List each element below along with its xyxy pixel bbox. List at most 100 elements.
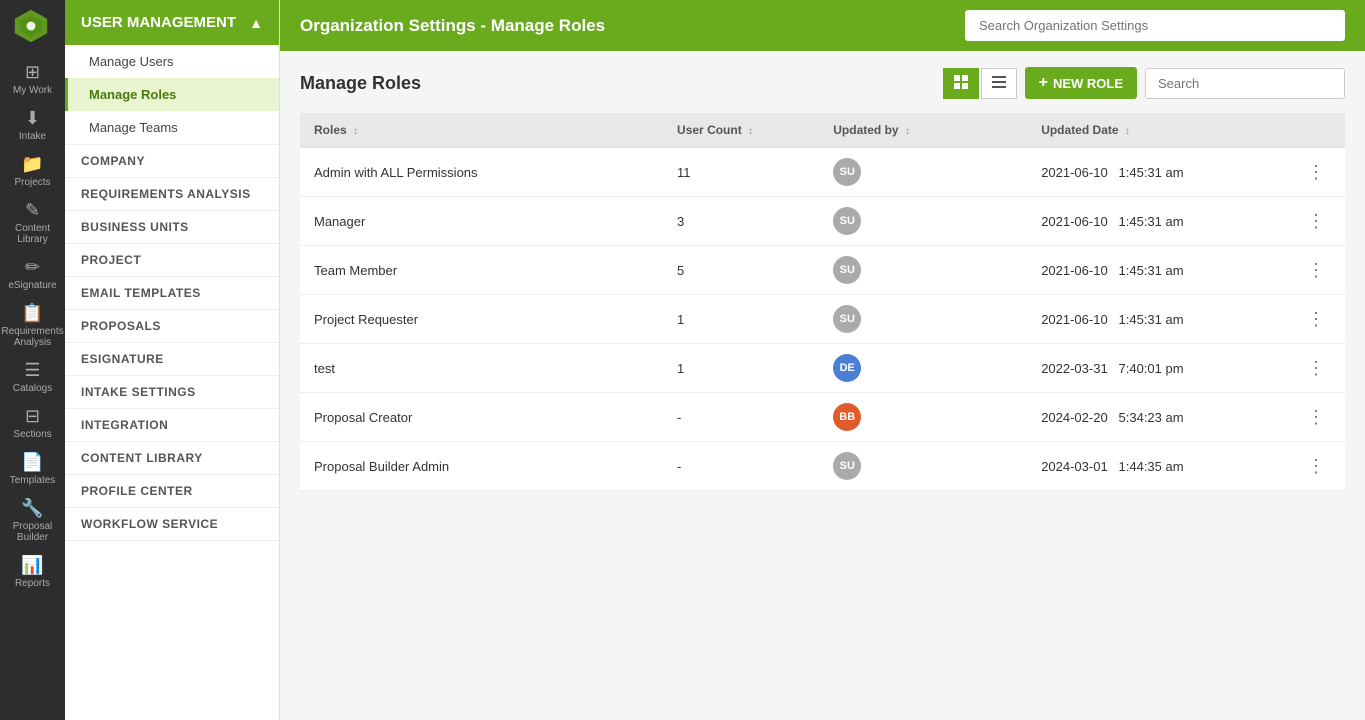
- sidebar-item-label: Templates: [10, 475, 56, 486]
- grid-view-button[interactable]: [943, 68, 979, 99]
- nav-category-company[interactable]: COMPANY: [65, 145, 279, 178]
- sidebar-item-catalogs[interactable]: ☰ Catalogs: [0, 354, 65, 400]
- collapse-icon[interactable]: ▲: [249, 15, 263, 31]
- updated-date: 2021-06-10 1:45:31 am: [1027, 246, 1287, 295]
- sidebar-item-projects[interactable]: 📁 Projects: [0, 148, 65, 194]
- updated-by: SU: [819, 148, 1027, 197]
- actions-cell: ⋮: [1287, 197, 1345, 246]
- sidebar-item-label: My Work: [13, 85, 52, 96]
- updated-by: SU: [819, 442, 1027, 491]
- sidebar-item-label: Sections: [13, 429, 51, 440]
- col-updated-by[interactable]: Updated by ↕: [819, 113, 1027, 148]
- sort-roles-icon: ↕: [353, 126, 358, 137]
- nav-item-manage-roles[interactable]: Manage Roles: [65, 78, 279, 111]
- sidebar-item-content-library[interactable]: ✎ Content Library: [0, 194, 65, 251]
- nav-category-requirements-analysis[interactable]: REQUIREMENTS ANALYSIS: [65, 178, 279, 211]
- more-options-button[interactable]: ⋮: [1301, 406, 1331, 428]
- org-settings-search[interactable]: [965, 10, 1345, 41]
- avatar: SU: [833, 452, 861, 480]
- table-row[interactable]: Team Member 5 SU 2021-06-10 1:45:31 am ⋮: [300, 246, 1345, 295]
- nav-category-project[interactable]: PROJECT: [65, 244, 279, 277]
- sidebar-item-label: Projects: [14, 177, 50, 188]
- col-updated-date[interactable]: Updated Date ↕: [1027, 113, 1287, 148]
- user-count: 5: [663, 246, 819, 295]
- app-logo[interactable]: [13, 8, 53, 48]
- updated-date: 2021-06-10 1:45:31 am: [1027, 148, 1287, 197]
- user-count: 3: [663, 197, 819, 246]
- more-options-button[interactable]: ⋮: [1301, 455, 1331, 477]
- role-name: Manager: [300, 197, 663, 246]
- updated-date: 2021-06-10 1:45:31 am: [1027, 197, 1287, 246]
- table-row[interactable]: Proposal Creator - BB 2024-02-20 5:34:23…: [300, 393, 1345, 442]
- col-user-count[interactable]: User Count ↕: [663, 113, 819, 148]
- sidebar-item-templates[interactable]: 📄 Templates: [0, 446, 65, 492]
- plus-icon: +: [1039, 74, 1048, 92]
- updated-by: SU: [819, 246, 1027, 295]
- nav-item-manage-users[interactable]: Manage Users: [65, 45, 279, 78]
- more-options-button[interactable]: ⋮: [1301, 357, 1331, 379]
- role-name: Project Requester: [300, 295, 663, 344]
- esignature-icon: ✏: [25, 257, 40, 278]
- nav-category-integration[interactable]: INTEGRATION: [65, 409, 279, 442]
- nav-category-profile-center[interactable]: PROFILE CENTER: [65, 475, 279, 508]
- avatar: SU: [833, 256, 861, 284]
- updated-date: 2021-06-10 1:45:31 am: [1027, 295, 1287, 344]
- icon-sidebar: ⊞ My Work ⬇ Intake 📁 Projects ✎ Content …: [0, 0, 65, 720]
- nav-category-business-units[interactable]: BUSINESS UNITS: [65, 211, 279, 244]
- content-area: Manage Roles + NEW R: [280, 51, 1365, 720]
- actions-cell: ⋮: [1287, 442, 1345, 491]
- table-row[interactable]: test 1 DE 2022-03-31 7:40:01 pm ⋮: [300, 344, 1345, 393]
- nav-category-intake-settings[interactable]: INTAKE SETTINGS: [65, 376, 279, 409]
- more-options-button[interactable]: ⋮: [1301, 210, 1331, 232]
- nav-category-proposals[interactable]: PROPOSALS: [65, 310, 279, 343]
- actions-cell: ⋮: [1287, 295, 1345, 344]
- table-header: Roles ↕ User Count ↕ Updated by ↕ Update…: [300, 113, 1345, 148]
- sort-updated-date-icon: ↕: [1125, 126, 1130, 137]
- list-view-button[interactable]: [981, 68, 1017, 99]
- actions-cell: ⋮: [1287, 393, 1345, 442]
- my-work-icon: ⊞: [25, 62, 40, 83]
- table-row[interactable]: Admin with ALL Permissions 11 SU 2021-06…: [300, 148, 1345, 197]
- sidebar-item-sections[interactable]: ⊟ Sections: [0, 400, 65, 446]
- new-role-button[interactable]: + NEW ROLE: [1025, 67, 1137, 99]
- top-bar: Organization Settings - Manage Roles: [280, 0, 1365, 51]
- nav-category-content-library[interactable]: CONTENT LIBRARY: [65, 442, 279, 475]
- updated-by: DE: [819, 344, 1027, 393]
- sidebar-item-label: eSignature: [8, 280, 56, 291]
- roles-search-input[interactable]: [1145, 68, 1345, 99]
- nav-item-manage-teams[interactable]: Manage Teams: [65, 111, 279, 144]
- catalogs-icon: ☰: [24, 360, 40, 381]
- user-count: 11: [663, 148, 819, 197]
- more-options-button[interactable]: ⋮: [1301, 161, 1331, 183]
- intake-icon: ⬇: [25, 108, 40, 129]
- sidebar-item-my-work[interactable]: ⊞ My Work: [0, 56, 65, 102]
- roles-table: Roles ↕ User Count ↕ Updated by ↕ Update…: [300, 113, 1345, 491]
- more-options-button[interactable]: ⋮: [1301, 308, 1331, 330]
- avatar: SU: [833, 158, 861, 186]
- nav-category-email-templates[interactable]: EMAIL TEMPLATES: [65, 277, 279, 310]
- col-roles[interactable]: Roles ↕: [300, 113, 663, 148]
- main-content: Organization Settings - Manage Roles Man…: [280, 0, 1365, 720]
- sidebar-item-proposal-builder[interactable]: 🔧 Proposal Builder: [0, 492, 65, 549]
- actions-cell: ⋮: [1287, 246, 1345, 295]
- table-row[interactable]: Manager 3 SU 2021-06-10 1:45:31 am ⋮: [300, 197, 1345, 246]
- more-options-button[interactable]: ⋮: [1301, 259, 1331, 281]
- sidebar-item-intake[interactable]: ⬇ Intake: [0, 102, 65, 148]
- table-row[interactable]: Proposal Builder Admin - SU 2024-03-01 1…: [300, 442, 1345, 491]
- sidebar-item-reports[interactable]: 📊 Reports: [0, 549, 65, 595]
- sidebar-item-label: Intake: [19, 131, 46, 142]
- table-row[interactable]: Project Requester 1 SU 2021-06-10 1:45:3…: [300, 295, 1345, 344]
- updated-by: BB: [819, 393, 1027, 442]
- sidebar-item-label: Proposal Builder: [0, 521, 65, 543]
- sidebar-item-esignature[interactable]: ✏ eSignature: [0, 251, 65, 297]
- nav-header: USER MANAGEMENT ▲: [65, 0, 279, 45]
- sidebar-item-requirements-analysis[interactable]: 📋 Requirements Analysis: [0, 297, 65, 354]
- templates-icon: 📄: [21, 452, 43, 473]
- sidebar-item-label: Requirements Analysis: [0, 326, 65, 348]
- user-count: -: [663, 393, 819, 442]
- role-name: Proposal Builder Admin: [300, 442, 663, 491]
- role-name: test: [300, 344, 663, 393]
- nav-category-esignature[interactable]: ESIGNATURE: [65, 343, 279, 376]
- nav-category-workflow-service[interactable]: WORKFLOW SERVICE: [65, 508, 279, 541]
- role-name: Team Member: [300, 246, 663, 295]
